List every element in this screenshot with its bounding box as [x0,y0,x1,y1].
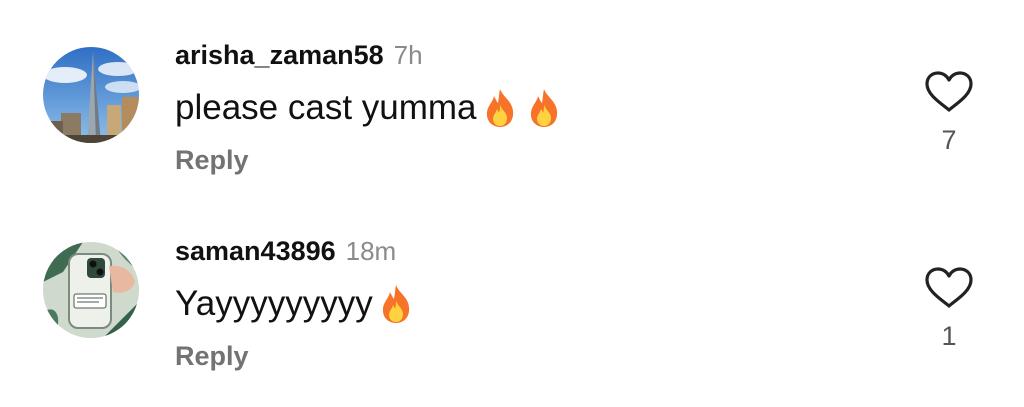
username[interactable]: saman43896 [175,236,336,267]
reply-button[interactable]: Reply [175,145,249,176]
avatar[interactable] [43,242,139,338]
comment-text: please cast yumma [175,84,563,132]
fire-emoji [486,89,513,127]
username[interactable]: arisha_zaman58 [175,40,384,71]
fire-emoji [530,89,557,127]
comment-meta: arisha_zaman58 7h [175,40,423,74]
comment-body: Yayyyyyyyyy [175,284,373,323]
avatar[interactable] [43,47,139,143]
comment-item: arisha_zaman58 7h please cast yumma Repl… [0,0,1024,190]
comment-item: saman43896 18m Yayyyyyyyyy Reply 1 [0,196,1024,386]
timestamp: 7h [393,40,423,70]
fire-emoji [382,285,409,323]
city-skyline-photo [43,47,139,143]
heart-outline-icon[interactable] [922,70,976,114]
like-count: 7 [941,125,957,155]
comment-text: Yayyyyyyyyy [175,280,415,328]
timestamp: 18m [345,236,397,266]
reply-button[interactable]: Reply [175,341,249,372]
like-count: 1 [941,321,957,351]
phone-case-photo [43,242,139,338]
heart-outline-icon[interactable] [922,266,976,310]
comment-meta: saman43896 18m [175,236,396,270]
comment-body: please cast yumma [175,88,477,127]
